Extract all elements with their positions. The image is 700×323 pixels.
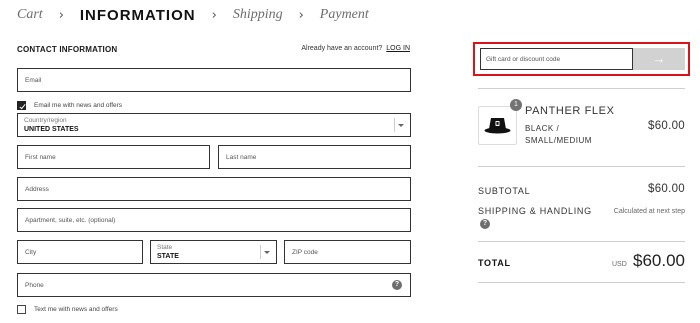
login-link[interactable]: LOG IN <box>386 45 410 52</box>
product-price: $60.00 <box>648 120 685 132</box>
discount-placeholder: Gift card or discount code <box>486 56 561 63</box>
address-placeholder: Address <box>25 186 49 193</box>
chevron-right-icon: › <box>298 7 304 23</box>
city-placeholder: City <box>25 249 37 256</box>
have-account-text: Already have an account? <box>301 45 383 52</box>
divider <box>478 241 685 242</box>
login-prompt: Already have an account? LOG IN <box>301 45 410 52</box>
divider <box>478 282 685 283</box>
shipping-label: SHIPPING & HANDLING <box>478 206 592 216</box>
product-variant: BLACK / SMALL/MEDIUM <box>525 124 592 145</box>
phone-field[interactable]: Phone ? <box>17 273 411 297</box>
product-name: PANTHER FLEX <box>525 105 615 117</box>
breadcrumb: Cart › INFORMATION › Shipping › Payment <box>17 5 369 25</box>
breadcrumb-shipping: Shipping <box>232 7 283 22</box>
country-select[interactable]: Country/region UNITED STATES <box>17 113 411 137</box>
product-thumbnail <box>478 106 517 145</box>
country-label: Country/region <box>24 117 67 124</box>
apply-discount-button[interactable]: → <box>633 48 685 70</box>
chevron-down-icon <box>394 118 406 132</box>
arrow-right-icon: → <box>652 51 666 66</box>
last-name-field[interactable]: Last name <box>218 145 411 169</box>
chevron-right-icon: › <box>58 7 64 23</box>
state-select[interactable]: State STATE <box>150 240 277 264</box>
help-icon[interactable]: ? <box>392 280 402 290</box>
first-name-field[interactable]: First name <box>17 145 210 169</box>
chevron-right-icon: › <box>211 7 217 23</box>
quantity-badge: 1 <box>510 99 522 111</box>
email-offers-checkbox[interactable] <box>17 101 26 110</box>
bucket-hat-icon <box>484 118 511 134</box>
divider <box>478 166 685 167</box>
total-label: TOTAL <box>478 258 511 268</box>
address-field[interactable]: Address <box>17 177 411 201</box>
apartment-field[interactable]: Apartment, suite, etc. (optional) <box>17 208 411 232</box>
breadcrumb-information: INFORMATION <box>79 6 196 24</box>
phone-placeholder: Phone <box>25 282 44 289</box>
zip-placeholder: ZIP code <box>292 249 318 256</box>
total-value: $60.00 <box>633 251 685 270</box>
total-currency: USD <box>612 261 627 268</box>
email-placeholder: Email <box>25 77 42 84</box>
discount-highlight: Gift card or discount code → <box>473 42 690 76</box>
contact-information-heading: CONTACT INFORMATION <box>17 45 118 54</box>
state-label: State <box>157 244 173 251</box>
email-offers-label: Email me with news and offers <box>34 102 123 109</box>
last-name-placeholder: Last name <box>226 154 257 161</box>
chevron-down-icon <box>260 245 272 259</box>
help-icon[interactable]: ? <box>480 219 490 229</box>
email-field[interactable]: Email <box>17 68 411 92</box>
country-value: UNITED STATES <box>24 126 79 133</box>
city-field[interactable]: City <box>17 240 143 264</box>
subtotal-label: SUBTOTAL <box>478 186 531 196</box>
zip-field[interactable]: ZIP code <box>284 240 411 264</box>
first-name-placeholder: First name <box>25 154 56 161</box>
state-value: STATE <box>157 253 179 260</box>
breadcrumb-cart[interactable]: Cart <box>17 7 43 23</box>
text-offers-label: Text me with news and offers <box>34 306 118 313</box>
apartment-placeholder: Apartment, suite, etc. (optional) <box>25 217 116 224</box>
divider <box>478 88 685 89</box>
subtotal-value: $60.00 <box>648 183 685 195</box>
breadcrumb-payment: Payment <box>319 7 369 22</box>
text-offers-checkbox[interactable] <box>17 305 26 314</box>
shipping-value: Calculated at next step <box>613 208 685 215</box>
discount-code-input[interactable]: Gift card or discount code <box>480 48 633 70</box>
